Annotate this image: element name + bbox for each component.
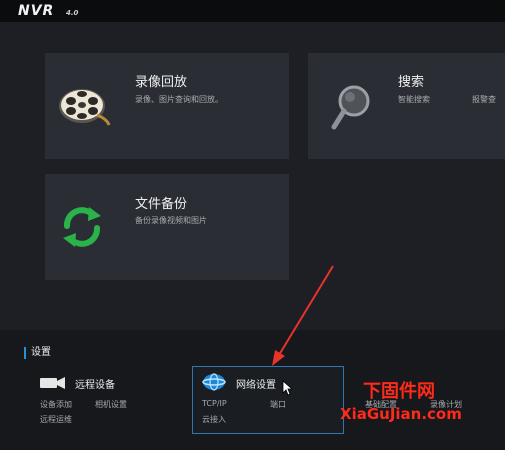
watermark-cn: 下固件网 bbox=[363, 381, 435, 402]
watermark-en: XiaGuJian.com bbox=[340, 405, 462, 423]
